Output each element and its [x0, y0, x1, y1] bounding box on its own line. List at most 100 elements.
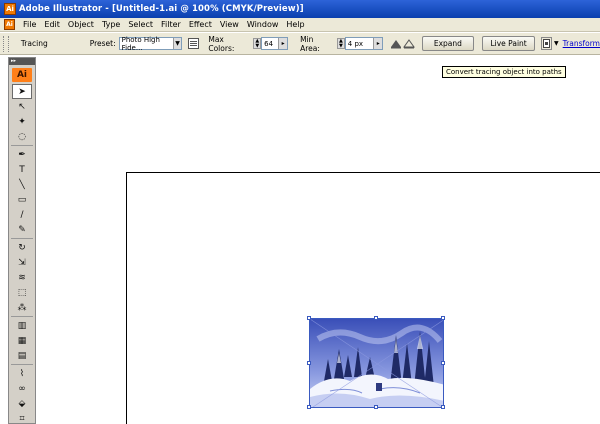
max-colors-input[interactable]: 64 ▸ — [261, 37, 289, 50]
chevron-down-icon[interactable]: ▼ — [173, 38, 181, 49]
resize-handle-n[interactable] — [374, 316, 378, 320]
min-area-stepper[interactable]: ▲ ▼ — [337, 38, 345, 49]
gradient-tool[interactable]: ▤ — [12, 348, 32, 363]
app-icon: Ai — [4, 3, 16, 15]
eyedropper-tool-icon: ⌇ — [19, 368, 25, 379]
menu-filter[interactable]: Filter — [157, 20, 185, 29]
tools-panel: ▸▸ Ai ➤ ↖ ✦ ◌ ✒ T ╲ ▭ ∕ ✎ ↻ ⇲ ≋ ⬚ ⁂ ▥ ▦ ▤ ⌇ ∞ ⬙ ⌗ — [8, 57, 36, 424]
transform-link[interactable]: Transform — [563, 39, 600, 48]
raster-view-icon[interactable] — [389, 37, 402, 51]
magic-wand-tool[interactable]: ✦ — [12, 114, 32, 129]
mesh-tool-icon: ▦ — [17, 335, 27, 346]
menu-help[interactable]: Help — [282, 20, 308, 29]
vector-view-icon[interactable] — [403, 37, 416, 51]
rotate-tool-icon: ↻ — [18, 242, 26, 253]
scale-tool-icon: ⇲ — [18, 257, 26, 268]
symbol-sprayer-tool-icon: ⁂ — [17, 302, 27, 313]
pen-tool-icon: ✒ — [18, 149, 26, 160]
tool-separator — [11, 364, 33, 365]
warp-tool-icon: ≋ — [18, 272, 26, 283]
magic-wand-tool-icon: ✦ — [18, 116, 26, 127]
paintbrush-tool-icon: ∕ — [20, 209, 24, 220]
resize-handle-sw[interactable] — [307, 405, 311, 409]
preset-dropdown[interactable]: Photo High Fide... ▼ — [118, 35, 182, 52]
window-title: Adobe Illustrator - [Untitled-1.ai @ 100… — [19, 4, 304, 14]
type-tool-icon: T — [19, 164, 25, 175]
tools-panel-header[interactable]: ▸▸ — [9, 58, 35, 65]
menu-select[interactable]: Select — [124, 20, 157, 29]
slice-tool[interactable]: ⌗ — [12, 411, 32, 424]
chevron-down-icon[interactable]: ▼ — [554, 40, 559, 47]
menu-edit[interactable]: Edit — [40, 20, 64, 29]
align-options-icon[interactable] — [541, 37, 553, 50]
tracing-options-icon[interactable] — [187, 37, 200, 51]
mesh-tool[interactable]: ▦ — [12, 333, 32, 348]
lasso-tool-icon: ◌ — [18, 131, 26, 142]
resize-handle-se[interactable] — [441, 405, 445, 409]
menu-type[interactable]: Type — [98, 20, 124, 29]
live-paint-button[interactable]: Live Paint — [481, 36, 536, 51]
tracing-label: Tracing — [20, 39, 48, 48]
winter-forest-image[interactable] — [309, 318, 444, 408]
warp-tool[interactable]: ≋ — [12, 270, 32, 285]
title-bar: Ai Adobe Illustrator - [Untitled-1.ai @ … — [0, 0, 600, 18]
selection-tool[interactable]: ➤ — [12, 84, 32, 99]
min-area-label: Min Area: — [300, 34, 320, 53]
rotate-tool[interactable]: ↻ — [12, 240, 32, 255]
max-colors-value: 64 — [264, 39, 274, 48]
rectangle-tool[interactable]: ▭ — [12, 192, 32, 207]
lasso-tool[interactable]: ◌ — [12, 129, 32, 144]
free-transform-tool-icon: ⬚ — [17, 287, 27, 298]
column-graph-tool-icon: ▥ — [17, 320, 27, 331]
resize-handle-s[interactable] — [374, 405, 378, 409]
menu-object[interactable]: Object — [64, 20, 98, 29]
min-area-input[interactable]: 4 px ▸ — [344, 37, 384, 50]
menu-window[interactable]: Window — [243, 20, 283, 29]
resize-handle-nw[interactable] — [307, 316, 311, 320]
ai-logo: Ai — [12, 68, 32, 82]
pencil-tool[interactable]: ✎ — [12, 222, 32, 237]
slice-tool-icon: ⌗ — [19, 413, 25, 424]
eyedropper-tool[interactable]: ⌇ — [12, 366, 32, 381]
document-icon[interactable]: Ai — [4, 19, 15, 30]
chevron-right-icon[interactable]: ▸ — [373, 38, 383, 49]
tool-separator — [11, 316, 33, 317]
preset-label: Preset: — [89, 39, 116, 48]
menu-view[interactable]: View — [216, 20, 243, 29]
expand-tooltip: Convert tracing object into paths — [442, 66, 566, 78]
expand-button[interactable]: Expand — [422, 36, 474, 51]
max-colors-stepper[interactable]: ▲ ▼ — [253, 38, 262, 49]
line-tool[interactable]: ╲ — [12, 177, 32, 192]
max-colors-label: Max Colors: — [208, 34, 235, 53]
tool-list: ➤ ↖ ✦ ◌ ✒ T ╲ ▭ ∕ ✎ ↻ ⇲ ≋ ⬚ ⁂ ▥ ▦ ▤ ⌇ ∞ ⬙ ⌗ — [9, 84, 35, 424]
selection-tool-icon: ➤ — [18, 86, 26, 97]
live-paint-bucket-tool[interactable]: ⬙ — [12, 396, 32, 411]
live-paint-bucket-tool-icon: ⬙ — [18, 398, 26, 409]
direct-selection-tool[interactable]: ↖ — [12, 99, 32, 114]
rectangle-tool-icon: ▭ — [17, 194, 27, 205]
column-graph-tool[interactable]: ▥ — [12, 318, 32, 333]
direct-selection-tool-icon: ↖ — [18, 101, 26, 112]
type-tool[interactable]: T — [12, 162, 32, 177]
free-transform-tool[interactable]: ⬚ — [12, 285, 32, 300]
menu-file[interactable]: File — [19, 20, 40, 29]
panel-grip[interactable] — [3, 35, 9, 52]
resize-handle-w[interactable] — [307, 361, 311, 365]
menu-effect[interactable]: Effect — [185, 20, 216, 29]
chevron-right-icon[interactable]: ▸ — [278, 38, 288, 49]
resize-handle-e[interactable] — [441, 361, 445, 365]
tool-separator — [11, 238, 33, 239]
pencil-tool-icon: ✎ — [18, 224, 26, 235]
control-bar: Tracing Preset: Photo High Fide... ▼ Max… — [0, 33, 600, 55]
min-area-value: 4 px — [347, 39, 364, 48]
scale-tool[interactable]: ⇲ — [12, 255, 32, 270]
blend-tool-icon: ∞ — [18, 383, 26, 394]
tool-separator — [11, 145, 33, 146]
paintbrush-tool[interactable]: ∕ — [12, 207, 32, 222]
traced-image[interactable] — [307, 316, 445, 409]
blend-tool[interactable]: ∞ — [12, 381, 32, 396]
resize-handle-ne[interactable] — [441, 316, 445, 320]
symbol-sprayer-tool[interactable]: ⁂ — [12, 300, 32, 315]
preset-value: Photo High Fide... — [121, 35, 160, 52]
pen-tool[interactable]: ✒ — [12, 147, 32, 162]
